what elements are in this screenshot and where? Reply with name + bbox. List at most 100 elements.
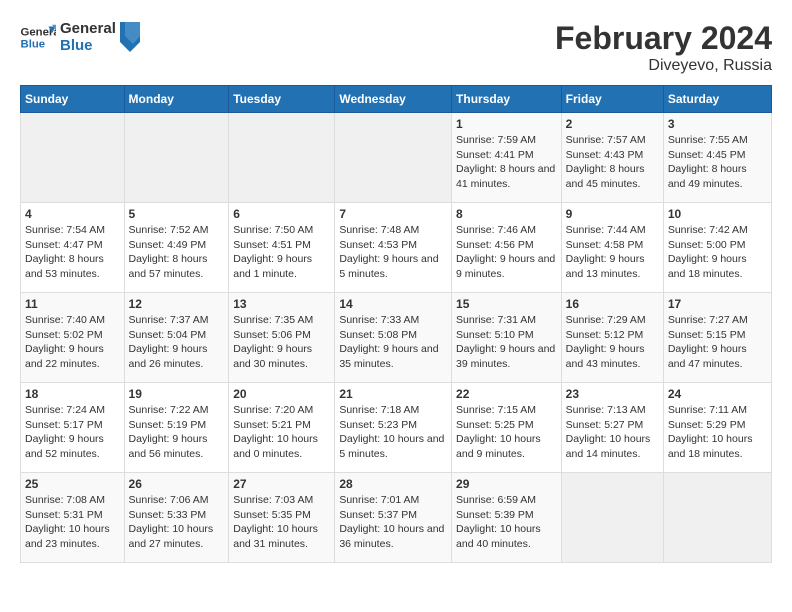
calendar-cell: 13 Sunrise: 7:35 AMSunset: 5:06 PMDayligh… <box>229 293 335 383</box>
calendar-cell: 29 Sunrise: 6:59 AMSunset: 5:39 PMDayligh… <box>452 473 562 563</box>
day-info: Sunrise: 7:54 AMSunset: 4:47 PMDaylight:… <box>25 223 120 282</box>
day-number: 10 <box>668 207 767 221</box>
day-number: 19 <box>129 387 225 401</box>
weekday-header: Wednesday <box>335 86 452 113</box>
calendar-cell: 1 Sunrise: 7:59 AMSunset: 4:41 PMDaylight… <box>452 113 562 203</box>
day-number: 17 <box>668 297 767 311</box>
day-number: 1 <box>456 117 557 131</box>
day-info: Sunrise: 7:06 AMSunset: 5:33 PMDaylight:… <box>129 493 225 552</box>
calendar-cell: 6Sunrise: 7:50 AMSunset: 4:51 PMDaylight… <box>229 203 335 293</box>
logo-general: General <box>60 20 116 37</box>
day-info: Sunrise: 7:52 AMSunset: 4:49 PMDaylight:… <box>129 223 225 282</box>
calendar-cell <box>124 113 229 203</box>
weekday-header: Monday <box>124 86 229 113</box>
calendar-cell: 2 Sunrise: 7:57 AMSunset: 4:43 PMDaylight… <box>561 113 663 203</box>
day-number: 7 <box>339 207 447 221</box>
day-info: Sunrise: 7:42 AMSunset: 5:00 PMDaylight:… <box>668 223 767 282</box>
day-number: 23 <box>566 387 659 401</box>
calendar-cell <box>663 473 771 563</box>
day-info: Sunrise: 6:59 AMSunset: 5:39 PMDaylight:… <box>456 493 557 552</box>
calendar-cell: 21 Sunrise: 7:18 AMSunset: 5:23 PMDayligh… <box>335 383 452 473</box>
calendar-week-row: 18Sunrise: 7:24 AMSunset: 5:17 PMDayligh… <box>21 383 772 473</box>
weekday-header: Thursday <box>452 86 562 113</box>
logo: General Blue General Blue <box>20 20 140 54</box>
calendar-header-row: SundayMondayTuesdayWednesdayThursdayFrid… <box>21 86 772 113</box>
day-info: Sunrise: 7:33 AMSunset: 5:08 PMDaylight:… <box>339 313 447 372</box>
calendar-cell: 8 Sunrise: 7:46 AMSunset: 4:56 PMDaylight… <box>452 203 562 293</box>
svg-text:Blue: Blue <box>21 39 46 51</box>
page-header: General Blue General Blue February 2024 … <box>20 20 772 75</box>
calendar-cell: 14Sunrise: 7:33 AMSunset: 5:08 PMDayligh… <box>335 293 452 383</box>
logo-icon: General Blue <box>20 23 56 51</box>
calendar-cell: 10 Sunrise: 7:42 AMSunset: 5:00 PMDayligh… <box>663 203 771 293</box>
day-info: Sunrise: 7:24 AMSunset: 5:17 PMDaylight:… <box>25 403 120 462</box>
day-number: 9 <box>566 207 659 221</box>
calendar-cell: 19 Sunrise: 7:22 AMSunset: 5:19 PMDayligh… <box>124 383 229 473</box>
day-number: 25 <box>25 477 120 491</box>
day-number: 20 <box>233 387 330 401</box>
day-info: Sunrise: 7:11 AMSunset: 5:29 PMDaylight:… <box>668 403 767 462</box>
calendar-cell: 3 Sunrise: 7:55 AMSunset: 4:45 PMDaylight… <box>663 113 771 203</box>
day-info: Sunrise: 7:35 AMSunset: 5:06 PMDaylight:… <box>233 313 330 372</box>
day-info: Sunrise: 7:40 AMSunset: 5:02 PMDaylight:… <box>25 313 120 372</box>
day-info: Sunrise: 7:29 AMSunset: 5:12 PMDaylight:… <box>566 313 659 372</box>
weekday-header: Tuesday <box>229 86 335 113</box>
day-number: 22 <box>456 387 557 401</box>
day-number: 2 <box>566 117 659 131</box>
day-info: Sunrise: 7:31 AMSunset: 5:10 PMDaylight:… <box>456 313 557 372</box>
weekday-header: Saturday <box>663 86 771 113</box>
day-info: Sunrise: 7:15 AMSunset: 5:25 PMDaylight:… <box>456 403 557 462</box>
day-number: 13 <box>233 297 330 311</box>
calendar-week-row: 1 Sunrise: 7:59 AMSunset: 4:41 PMDaylight… <box>21 113 772 203</box>
calendar-cell <box>21 113 125 203</box>
day-number: 15 <box>456 297 557 311</box>
weekday-header: Friday <box>561 86 663 113</box>
day-number: 8 <box>456 207 557 221</box>
day-number: 29 <box>456 477 557 491</box>
calendar-cell: 27 Sunrise: 7:03 AMSunset: 5:35 PMDayligh… <box>229 473 335 563</box>
weekday-header: Sunday <box>21 86 125 113</box>
page-title: February 2024 <box>555 20 772 57</box>
title-block: February 2024 Diveyevo, Russia <box>555 20 772 75</box>
day-number: 27 <box>233 477 330 491</box>
day-info: Sunrise: 7:57 AMSunset: 4:43 PMDaylight:… <box>566 133 659 192</box>
page-subtitle: Diveyevo, Russia <box>555 57 772 75</box>
day-info: Sunrise: 7:46 AMSunset: 4:56 PMDaylight:… <box>456 223 557 282</box>
day-info: Sunrise: 7:18 AMSunset: 5:23 PMDaylight:… <box>339 403 447 462</box>
day-number: 24 <box>668 387 767 401</box>
calendar-cell: 23 Sunrise: 7:13 AMSunset: 5:27 PMDayligh… <box>561 383 663 473</box>
day-info: Sunrise: 7:27 AMSunset: 5:15 PMDaylight:… <box>668 313 767 372</box>
logo-arrow-icon <box>120 22 140 52</box>
day-number: 21 <box>339 387 447 401</box>
day-info: Sunrise: 7:48 AMSunset: 4:53 PMDaylight:… <box>339 223 447 282</box>
calendar-cell: 15 Sunrise: 7:31 AMSunset: 5:10 PMDayligh… <box>452 293 562 383</box>
day-info: Sunrise: 7:03 AMSunset: 5:35 PMDaylight:… <box>233 493 330 552</box>
day-number: 26 <box>129 477 225 491</box>
calendar-cell <box>561 473 663 563</box>
calendar-cell: 26 Sunrise: 7:06 AMSunset: 5:33 PMDayligh… <box>124 473 229 563</box>
calendar-cell: 17 Sunrise: 7:27 AMSunset: 5:15 PMDayligh… <box>663 293 771 383</box>
calendar-cell: 22 Sunrise: 7:15 AMSunset: 5:25 PMDayligh… <box>452 383 562 473</box>
day-info: Sunrise: 7:55 AMSunset: 4:45 PMDaylight:… <box>668 133 767 192</box>
day-info: Sunrise: 7:44 AMSunset: 4:58 PMDaylight:… <box>566 223 659 282</box>
calendar-week-row: 11 Sunrise: 7:40 AMSunset: 5:02 PMDayligh… <box>21 293 772 383</box>
calendar-cell: 12Sunrise: 7:37 AMSunset: 5:04 PMDayligh… <box>124 293 229 383</box>
calendar-cell: 11 Sunrise: 7:40 AMSunset: 5:02 PMDayligh… <box>21 293 125 383</box>
calendar-cell <box>229 113 335 203</box>
calendar-week-row: 25 Sunrise: 7:08 AMSunset: 5:31 PMDayligh… <box>21 473 772 563</box>
calendar-cell: 4Sunrise: 7:54 AMSunset: 4:47 PMDaylight… <box>21 203 125 293</box>
day-number: 11 <box>25 297 120 311</box>
day-number: 12 <box>129 297 225 311</box>
calendar-cell <box>335 113 452 203</box>
calendar-cell: 7 Sunrise: 7:48 AMSunset: 4:53 PMDaylight… <box>335 203 452 293</box>
calendar-cell: 9 Sunrise: 7:44 AMSunset: 4:58 PMDaylight… <box>561 203 663 293</box>
day-info: Sunrise: 7:59 AMSunset: 4:41 PMDaylight:… <box>456 133 557 192</box>
day-info: Sunrise: 7:01 AMSunset: 5:37 PMDaylight:… <box>339 493 447 552</box>
day-info: Sunrise: 7:22 AMSunset: 5:19 PMDaylight:… <box>129 403 225 462</box>
day-number: 3 <box>668 117 767 131</box>
calendar-cell: 24 Sunrise: 7:11 AMSunset: 5:29 PMDayligh… <box>663 383 771 473</box>
logo-blue: Blue <box>60 37 116 54</box>
day-info: Sunrise: 7:13 AMSunset: 5:27 PMDaylight:… <box>566 403 659 462</box>
day-info: Sunrise: 7:08 AMSunset: 5:31 PMDaylight:… <box>25 493 120 552</box>
calendar-week-row: 4Sunrise: 7:54 AMSunset: 4:47 PMDaylight… <box>21 203 772 293</box>
